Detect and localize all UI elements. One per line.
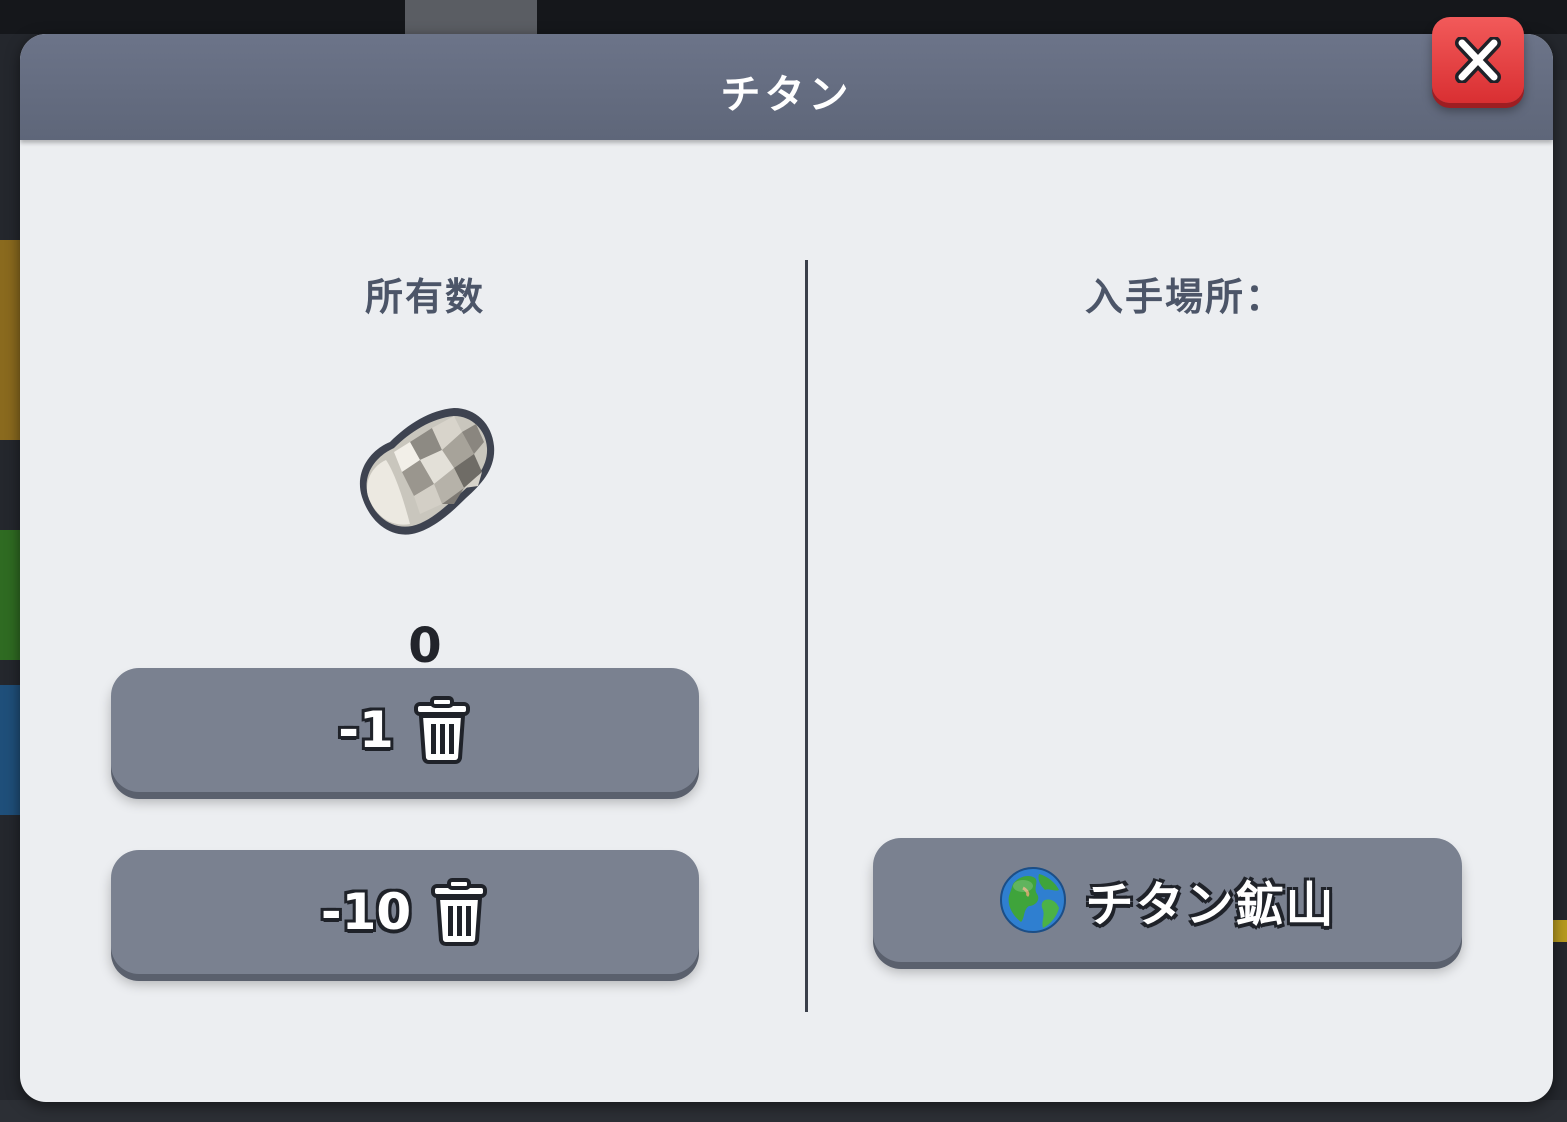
source-heading: 入手場所： xyxy=(1084,275,1285,319)
background-panel-right xyxy=(1553,920,1567,942)
trash-icon xyxy=(431,878,488,946)
titanium-ore-icon xyxy=(350,402,500,546)
background-bottom-bar xyxy=(0,1100,1567,1122)
owned-count-heading: 所有数 xyxy=(364,275,485,319)
source-location-button[interactable]: チタン鉱山 xyxy=(873,838,1462,962)
dialog-header: チタン xyxy=(20,34,1553,140)
globe-icon xyxy=(1000,867,1067,933)
dialog-title: チタン xyxy=(720,72,853,118)
discard-1-label: -1 xyxy=(338,701,394,759)
background-panel-left xyxy=(0,685,20,815)
owned-count: 0 xyxy=(408,618,442,674)
background-top-bar xyxy=(0,0,1567,34)
background-panel-left xyxy=(0,240,20,440)
source-location-label: チタン鉱山 xyxy=(1085,877,1336,933)
discard-10-button[interactable]: -10 xyxy=(111,850,699,974)
discard-1-button[interactable]: -1 xyxy=(111,668,699,792)
discard-10-label: -10 xyxy=(320,883,412,941)
background-panel-right xyxy=(1553,80,1567,550)
background-panel-left xyxy=(0,530,20,660)
close-icon xyxy=(1455,37,1501,83)
close-button[interactable] xyxy=(1432,17,1524,103)
trash-icon xyxy=(413,696,470,764)
background-tile xyxy=(405,0,537,34)
column-divider xyxy=(805,260,808,1012)
